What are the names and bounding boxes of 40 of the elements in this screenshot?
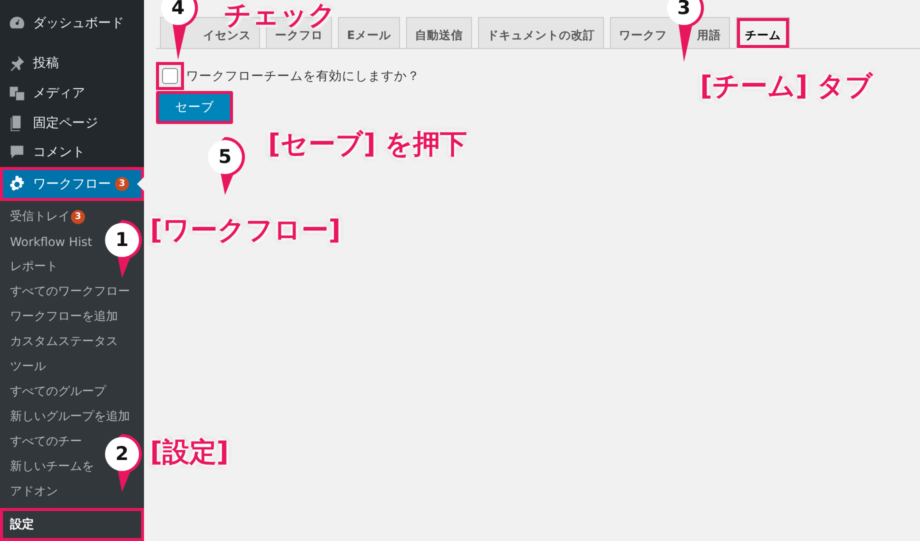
menu-item[interactable]: メディア — [0, 78, 144, 108]
step-number: 3 — [677, 0, 690, 19]
checkbox-label: ワークフローチームを有効にしますか？ — [186, 68, 420, 84]
save-button[interactable]: セーブ — [156, 91, 233, 124]
tab[interactable]: 自動送信 — [406, 17, 472, 49]
count-badge: 3 — [115, 177, 129, 192]
submenu-item[interactable]: Workflow Hist — [0, 229, 102, 254]
tab[interactable]: チーム — [736, 17, 790, 49]
submenu-item[interactable]: すべてのチー — [0, 429, 92, 454]
menu-item[interactable]: ワークフロー 3 — [0, 167, 144, 202]
pin-icon — [8, 54, 26, 72]
callout-label: [チーム] タブ — [700, 72, 874, 102]
callout-label: [セーブ] を押下 — [268, 130, 468, 160]
menu-item[interactable]: コメント — [0, 137, 144, 168]
step-number: 2 — [115, 443, 129, 465]
checkbox[interactable] — [162, 68, 178, 84]
media-icon — [8, 84, 26, 102]
submenu-item[interactable]: 新しいチームを — [0, 454, 104, 480]
submenu-item[interactable]: ワークフローを追加 — [0, 304, 128, 330]
submenu-item[interactable]: ツール — [0, 354, 56, 380]
step-number: 4 — [171, 0, 185, 19]
menu-item[interactable]: 投稿 — [0, 48, 144, 78]
submenu-item[interactable]: すべてのワークフロー — [0, 279, 140, 304]
callout-label: [ワークフロー] — [150, 216, 341, 246]
submenu-item[interactable]: カスタムステータス — [0, 329, 128, 354]
submenu-item[interactable]: アドオン — [0, 479, 68, 504]
callout-label: [設定] — [150, 438, 229, 468]
menu-item[interactable]: 固定ページ — [0, 108, 144, 138]
submenu-item[interactable]: 受信トレイ 3 — [0, 204, 95, 230]
step-number: 5 — [218, 146, 232, 168]
submenu-item[interactable]: 設定 — [0, 508, 144, 541]
submenu-item[interactable]: 新しいグループを追加 — [0, 404, 140, 430]
submenu-item[interactable]: すべてのグループ — [0, 379, 116, 404]
step-number: 1 — [115, 229, 129, 251]
count-badge: 3 — [71, 210, 85, 224]
submenu-item[interactable]: レポート — [0, 254, 68, 280]
tab[interactable]: Eメール — [338, 17, 400, 49]
gear-icon — [8, 175, 26, 194]
tab[interactable]: ドキュメントの改訂 — [478, 17, 604, 49]
menu-item[interactable]: ダッシュボード — [0, 8, 144, 38]
